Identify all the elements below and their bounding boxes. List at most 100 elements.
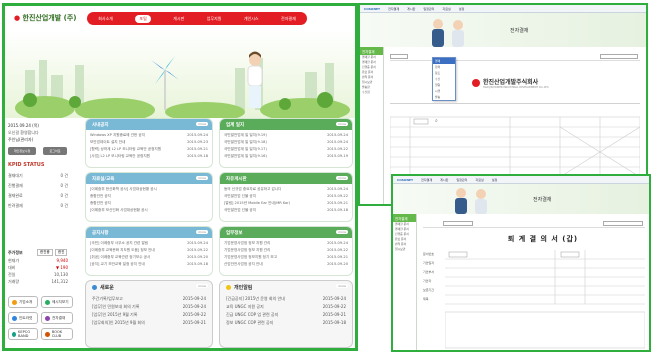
list-item[interactable]: 보안업데이트 설치 안내 2015-09-23	[90, 139, 208, 146]
today-date: 2015.09.24 (목)	[8, 123, 39, 128]
list-item-title: 종합안전 공지	[90, 201, 111, 205]
list-item[interactable]: [업무]인 2015년 9월 기록 2015-09-22	[92, 311, 206, 319]
status-row[interactable]: 결재완료 0 건	[8, 191, 68, 201]
stock-tab-2[interactable]: 한진	[55, 249, 68, 256]
stock-tab-1[interactable]: 한진중	[37, 249, 53, 256]
card-header: 업계 일지	[220, 119, 352, 130]
list-item[interactable]: [이례중부 한신화학 공사] 사업대상현황 공시	[90, 186, 208, 193]
more-button[interactable]: more	[196, 284, 208, 288]
stock-value: ▼ 190	[56, 265, 68, 270]
sidebar-item[interactable]: 임시보관	[393, 247, 416, 252]
list-item[interactable]: 기업운영사업정 정보 지원 관리 2015-09-24	[224, 240, 348, 247]
window-menubar: COSONET 전자결재 게시판 일정관리 자료실 설정	[360, 5, 646, 13]
user-name: 주인님(관리자)	[8, 137, 34, 142]
menu-item[interactable]: 자료실	[442, 7, 450, 11]
select-field[interactable]	[600, 54, 638, 59]
status-value: 0 건	[60, 183, 69, 188]
list-item[interactable]: [사업] L2 LP 모니터링 교육안 공정지원 2015-09-18	[90, 153, 208, 160]
list-item[interactable]: 국민발전업 선물 공지 2015-09-22	[224, 193, 348, 200]
list-item[interactable]: [긴급공지] 2015년 운영 회의 안내 2015-09-24	[226, 295, 346, 303]
list-item[interactable]: Windows XP 지원종료에 관한 공지 2015-09-24	[90, 132, 208, 139]
list-item[interactable]: [알림] 2015년 Mobile Ear 안내(MR Kor) 2015-09-…	[224, 200, 348, 207]
list-item[interactable]: 주간기록/업무보고 2015-09-24	[92, 295, 206, 303]
more-button[interactable]: more	[196, 122, 208, 126]
menu-item[interactable]: 설정	[459, 7, 465, 11]
list-item[interactable]: [이례중부 교육문화 지도원 도움] 정보 안내 2015-09-22	[90, 247, 208, 254]
list-item[interactable]: 국민발전업계 일 일지(9.16) 2015-09-19	[224, 153, 348, 160]
status-row[interactable]: 반려결재 0 건	[8, 201, 68, 211]
list-item-date: 2015-09-24	[187, 241, 208, 245]
list-item[interactable]: 종합안전 공지	[90, 200, 208, 207]
quick-link-approval[interactable]: 전자결재	[41, 312, 73, 324]
menu-item[interactable]: 전자결재	[421, 178, 432, 182]
nav-item-work[interactable]: 업무지원	[207, 16, 222, 22]
list-item[interactable]: 기업운영사업정 정보지원 정기 보고 2015-09-21	[224, 254, 348, 261]
list-item[interactable]: [협력] 상하계 L2 LP 모니터링 교육안 공정지원 2015-09-21	[90, 146, 208, 153]
quick-link-label: 전자결재	[52, 315, 66, 320]
dropdown-option[interactable]: 발송	[433, 94, 455, 100]
quick-link-message[interactable]: 메시지보기	[41, 296, 73, 308]
menu-item[interactable]: 일정관리	[423, 7, 434, 11]
list-item[interactable]: [업무회의]인 2015년 9월 회의 2015-09-21	[92, 319, 206, 327]
list-item[interactable]: 정보 UNGC COP 관련 공지 2015-09-18	[226, 319, 346, 327]
list-item[interactable]: 국민발전업계 일 일지(9.19) 2015-09-24	[224, 132, 348, 139]
welcome-text: 오신걸 환영합니다	[8, 130, 39, 135]
select-field[interactable]	[443, 221, 473, 226]
list-item[interactable]: [업무]인 민원보내 회의 기록 2015-09-24	[92, 303, 206, 311]
list-item[interactable]: 산업안전사업정 공지 안내 2015-09-20	[224, 261, 348, 268]
list-item[interactable]: [취공] 이례중부 교육관련 정기보수 공사 2015-09-20	[90, 254, 208, 261]
more-button[interactable]: more	[196, 230, 208, 234]
list-item[interactable]: 국민발전업계 일 일지(9.17) 2015-09-22	[224, 146, 348, 153]
app-brand: COSONET	[397, 177, 414, 182]
list-item[interactable]: 국민발전업 선물 공지 2015-09-18	[224, 207, 348, 214]
list-item[interactable]: [이례중부 모신인화 사업대상현황 공시	[90, 207, 208, 214]
nav-item-approval[interactable]: 전자결재	[281, 16, 296, 22]
list-item[interactable]: 국민발전업계 일 일지(9.18) 2015-09-24	[224, 139, 348, 146]
list-item[interactable]: 교육 UNGC 지원 공지 2015-09-22	[226, 303, 346, 311]
edit-profile-button[interactable]: 개인정보수정	[8, 147, 36, 155]
more-button[interactable]: more	[336, 284, 348, 288]
quick-link-company[interactable]: 기업소개	[8, 296, 38, 308]
card-header: 업무정보	[220, 227, 352, 238]
list-item[interactable]: 동의 신규업 중요자료 공유하고 갑니다 2015-09-24	[224, 186, 348, 193]
approval-sidebar: 전자결재 결재할 문서 결재한 문서 진행중 문서 완료 문서 반려 문서 임시…	[360, 47, 384, 204]
menu-item[interactable]: 일정관리	[456, 178, 467, 182]
search-icon[interactable]: ⌕	[435, 118, 438, 124]
quick-link-intranet[interactable]: 인트라넷	[8, 312, 38, 324]
more-button[interactable]: more	[336, 230, 348, 234]
list-item-date: 2015-09-22	[187, 248, 208, 252]
quick-link-band[interactable]: KEPCO BAND	[8, 328, 38, 340]
dropdown-menu[interactable]: 결재 합의 참조 수신 열람 시행 발송	[432, 57, 456, 101]
nav-item-personal[interactable]: 개인시스	[244, 16, 259, 22]
list-item-title: 기업운영사업정 정보 지원 관리	[224, 241, 271, 245]
list-item-title: 보안업데이트 설치 안내	[90, 140, 126, 144]
list-item-title: Windows XP 지원종료에 관한 공지	[90, 133, 145, 137]
menu-item[interactable]: 전자결재	[388, 7, 399, 11]
menu-item[interactable]: 자료실	[475, 178, 483, 182]
menu-item[interactable]: 게시판	[407, 7, 415, 11]
site-logo[interactable]: ● 한진산업개발 (주)	[14, 13, 76, 23]
list-item[interactable]: [국민] 이례중부 사무소 공지 관련 알림 2015-09-24	[90, 240, 208, 247]
quick-link-bookclub[interactable]: BOOK CLUB	[41, 328, 73, 340]
sidebar-item[interactable]: 수신함	[360, 90, 383, 95]
more-button[interactable]: more	[336, 176, 348, 180]
more-button[interactable]: more	[336, 122, 348, 126]
logout-button[interactable]: 로그아웃	[43, 147, 67, 155]
nav-item-board[interactable]: 게시판	[173, 16, 184, 22]
sidebar-title: 전자결재	[393, 214, 416, 222]
list-item[interactable]: 기업운영사업정 정보 지원 관리 2015-09-22	[224, 247, 348, 254]
status-row[interactable]: 진행결재 0 건	[8, 181, 68, 191]
select-field[interactable]	[603, 221, 643, 226]
list-item[interactable]: [공지] 교기 보안교육 일정 공지 안내 2015-09-18	[90, 261, 208, 268]
nav-item-company[interactable]: 회사소개	[98, 16, 113, 22]
more-button[interactable]: more	[196, 176, 208, 180]
select-field[interactable]	[390, 54, 408, 59]
nav-item-portal[interactable]: 포털	[135, 14, 151, 23]
status-row[interactable]: 결재대기 0 건	[8, 171, 68, 181]
logo-mark-icon: ●	[14, 14, 21, 22]
menu-item[interactable]: 게시판	[440, 178, 448, 182]
list-item[interactable]: 긴급 UNGC COP 업 관련 공지 2015-09-21	[226, 311, 346, 319]
list-item-date: 2015-09-21	[322, 312, 346, 317]
menu-item[interactable]: 설정	[492, 178, 498, 182]
list-item[interactable]: 종합안전 공지	[90, 193, 208, 200]
